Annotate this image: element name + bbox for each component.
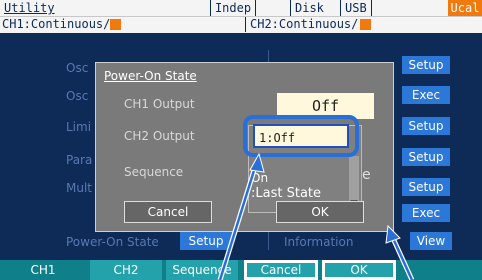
menu-label-multi: Mult [66, 181, 92, 195]
disk-indicator: Disk [290, 0, 328, 16]
exec-button-2[interactable]: Exec [402, 204, 450, 222]
dropdown-option-last-state[interactable]: :Last State [251, 186, 321, 201]
ch1-output-label: CH1 Output [124, 97, 195, 111]
menu-label-parameter: Para [66, 153, 93, 167]
exec-button-1[interactable]: Exec [402, 86, 450, 104]
ch2-status: CH2:Continuous/ [250, 17, 359, 31]
ch1-output-indicator-icon [110, 19, 121, 30]
softkey-ok[interactable]: OK [322, 260, 396, 280]
ucal-indicator: Ucal [448, 0, 482, 16]
softkey-cancel[interactable]: Cancel [244, 260, 318, 280]
power-on-setup-button[interactable]: Setup [180, 232, 232, 250]
softkey-ch1[interactable]: CH1 [0, 260, 86, 280]
utility-screen: Utility Indep Disk USB Ucal CH1:Continuo… [0, 0, 482, 280]
setup-button-2[interactable]: Setup [402, 117, 450, 135]
menu-label-information: Information [284, 235, 354, 249]
dropdown-option-on[interactable]: On [251, 171, 268, 185]
dropdown-tail-text: e [362, 167, 371, 183]
setup-button-3[interactable]: Setup [402, 148, 450, 166]
menu-label-power-on-state: Power-On State [66, 235, 159, 249]
setup-button-1[interactable]: Setup [402, 56, 450, 74]
softkey-ch2[interactable]: CH2 [90, 260, 162, 280]
menu-label-limit: Limi [66, 120, 92, 134]
channel-status-bar: CH1:Continuous/ CH2:Continuous/ [0, 16, 482, 33]
status-divider [245, 17, 246, 32]
dialog-title: Power-On State [104, 69, 197, 83]
dialog-ok-button[interactable]: OK [276, 201, 364, 223]
ch2-output-indicator-icon [360, 19, 371, 30]
title-bar: Utility Indep Disk USB Ucal [0, 0, 482, 16]
menu-label-osc-1: Osc [66, 61, 89, 75]
mode-indicator: Indep [210, 0, 256, 16]
setup-button-4[interactable]: Setup [402, 178, 450, 196]
sequence-label: Sequence [124, 165, 184, 179]
ch2-output-label: CH2 Output [124, 129, 195, 143]
usb-indicator: USB [340, 0, 372, 16]
dialog-cancel-button[interactable]: Cancel [124, 201, 212, 223]
menu-label-osc-2: Osc [66, 89, 89, 103]
selection-highlight-ring [243, 115, 359, 157]
softkey-bar: CH1 CH2 Sequence Cancel OK [0, 260, 482, 280]
ch1-status: CH1:Continuous/ [2, 17, 111, 31]
information-view-button[interactable]: View [410, 232, 452, 250]
softkey-sequence[interactable]: Sequence [166, 260, 238, 280]
screen-title: Utility [4, 1, 55, 15]
